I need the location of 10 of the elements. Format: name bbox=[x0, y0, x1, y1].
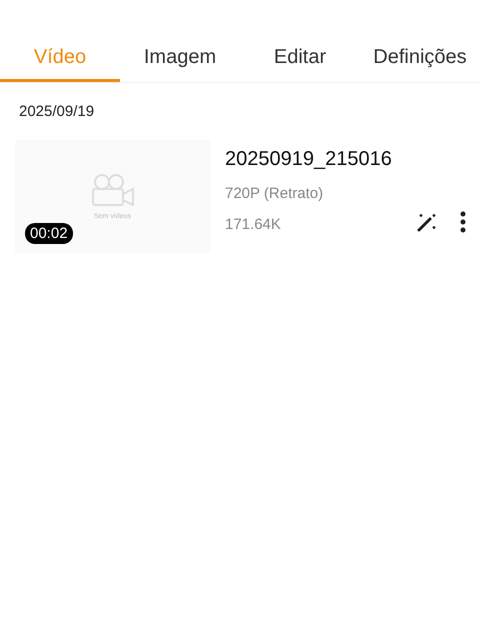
date-heading: 2025/09/19 bbox=[18, 102, 96, 120]
tab[interactable]: Definições bbox=[360, 36, 480, 82]
video-size: 171.64K bbox=[225, 216, 281, 233]
video-resolution: 720P (Retrato) bbox=[225, 185, 324, 202]
tab[interactable]: Imagem bbox=[120, 36, 240, 82]
video-name: 20250919_215016 bbox=[225, 148, 393, 171]
tab[interactable]: Editar bbox=[240, 36, 360, 82]
more-options-icon[interactable] bbox=[460, 210, 466, 232]
duration-badge: 00:02 bbox=[25, 223, 73, 244]
video-camera-icon bbox=[90, 173, 136, 207]
